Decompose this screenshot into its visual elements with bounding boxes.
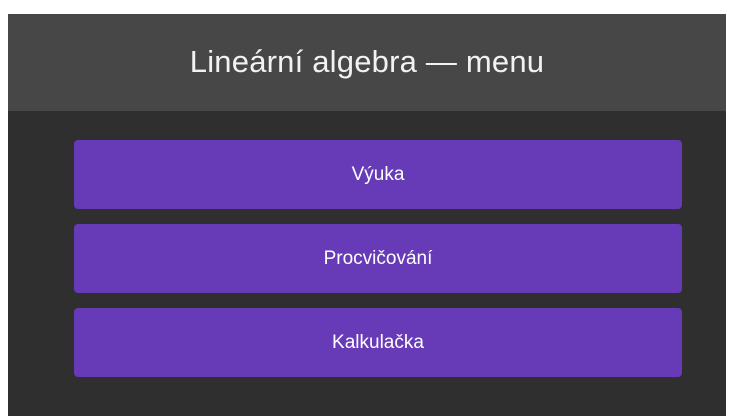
- app-window: Lineární algebra — menu Výuka Procvičová…: [8, 14, 726, 416]
- main-menu: Výuka Procvičování Kalkulačka: [74, 140, 682, 377]
- procvicovani-button[interactable]: Procvičování: [74, 224, 682, 293]
- kalkulacka-button[interactable]: Kalkulačka: [74, 308, 682, 377]
- procvicovani-button-label: Procvičování: [323, 247, 433, 269]
- vyuka-button-label: Výuka: [351, 163, 405, 185]
- header-bar: Lineární algebra — menu: [8, 14, 726, 111]
- vyuka-button[interactable]: Výuka: [74, 140, 682, 209]
- kalkulacka-button-label: Kalkulačka: [332, 331, 424, 353]
- page-title: Lineární algebra — menu: [189, 43, 545, 79]
